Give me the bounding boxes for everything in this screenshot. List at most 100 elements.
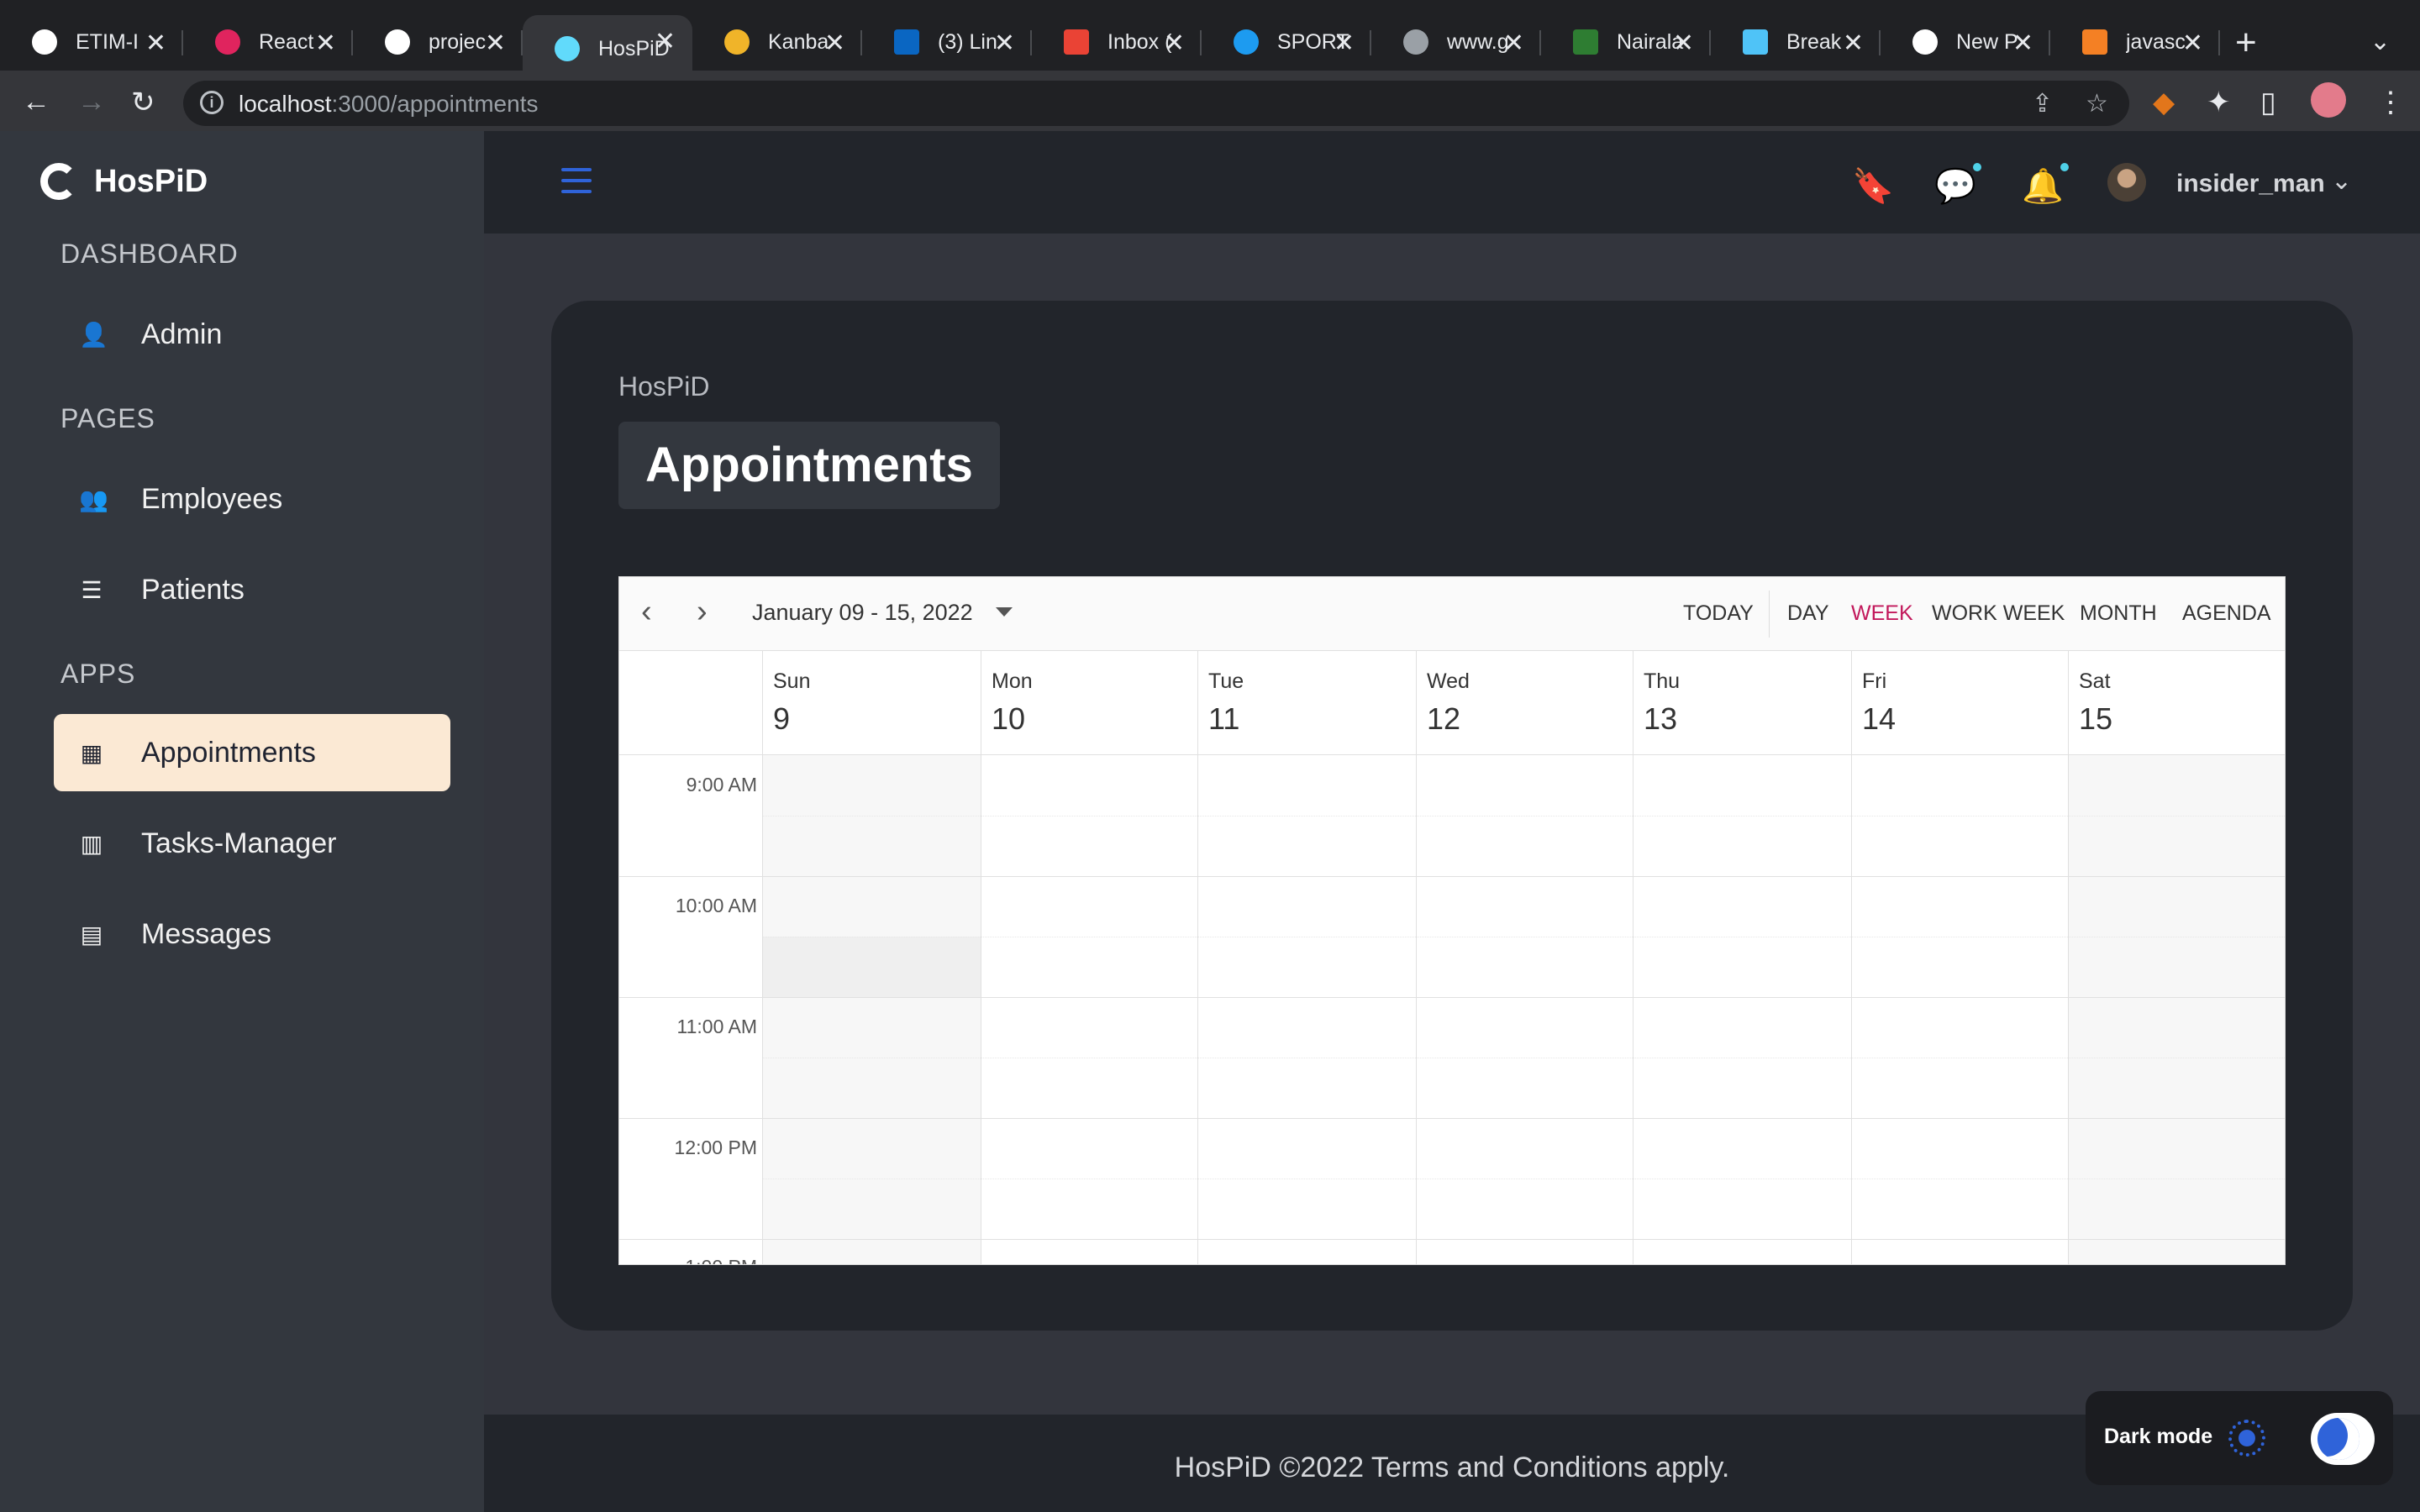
browser-tab[interactable]: SPORT ✕ (1202, 17, 1371, 67)
sidebar: HosPiD DASHBOARD 👤 Admin PAGES 👥 Employe… (0, 131, 484, 1512)
admin-icon: 👤 (79, 321, 108, 348)
info-icon[interactable]: i (200, 91, 224, 114)
sidebar-item-label: Admin (141, 318, 223, 350)
star-icon[interactable]: ☆ (2086, 89, 2108, 118)
chevron-down-icon[interactable]: ⌄ (2370, 27, 2391, 56)
browser-tab[interactable]: Nairala ✕ (1541, 17, 1711, 67)
view-work-week-button[interactable]: WORK WEEK (1932, 601, 2065, 626)
browser-tab[interactable]: Break ✕ (1711, 17, 1881, 67)
day-header[interactable]: Fri 14 (1851, 651, 2068, 755)
kanban-icon: ▥ (80, 830, 103, 857)
next-icon[interactable]: › (697, 594, 708, 630)
close-icon[interactable]: ✕ (1843, 29, 1864, 58)
brand[interactable]: HosPiD (40, 163, 208, 200)
day-header[interactable]: Sun 9 (762, 651, 981, 755)
stackoverflow-icon (2082, 29, 2107, 55)
site-icon (1743, 29, 1768, 55)
moon-icon (2317, 1418, 2360, 1460)
view-agenda-button[interactable]: AGENDA (2182, 601, 2271, 626)
browser-tab[interactable]: projec ✕ (353, 17, 523, 67)
close-icon[interactable]: ✕ (2182, 29, 2203, 58)
day-name: Mon (992, 669, 1033, 693)
day-header[interactable]: Sat 15 (2068, 651, 2285, 755)
menu-icon[interactable]: ⋮ (2376, 86, 2405, 119)
chat-icon[interactable]: 💬 (1934, 161, 1983, 206)
sidebar-item-messages[interactable]: ▤ Messages (54, 895, 450, 973)
bookmark-icon[interactable]: 🔖 (1852, 166, 1894, 206)
time-label: 9:00 AM (686, 774, 757, 795)
browser-tab[interactable]: ETIM-I ✕ (0, 17, 183, 67)
day-name: Sun (773, 669, 811, 693)
prev-icon[interactable]: ‹ (641, 594, 652, 630)
bell-icon[interactable]: 🔔 (2022, 161, 2070, 206)
close-icon[interactable]: ✕ (1334, 29, 1355, 58)
chat-icon: ▤ (80, 921, 103, 948)
globe-icon (1403, 29, 1428, 55)
tab-label: ETIM-I (76, 29, 139, 54)
time-slot-selected[interactable] (762, 937, 981, 997)
day-date: 13 (1644, 701, 1678, 736)
day-column-weekend[interactable] (2068, 755, 2285, 1264)
day-date: 9 (773, 701, 791, 736)
profile-avatar[interactable] (2311, 82, 2346, 118)
day-header[interactable]: Mon 10 (981, 651, 1197, 755)
hamburger-menu-icon[interactable] (561, 168, 592, 193)
view-today-button[interactable]: TODAY (1683, 601, 1754, 626)
browser-tab[interactable]: Inbox ( ✕ (1032, 17, 1202, 67)
close-icon[interactable]: ✕ (485, 29, 506, 58)
view-day-button[interactable]: DAY (1787, 601, 1829, 626)
close-icon[interactable]: ✕ (1164, 29, 1185, 58)
close-icon[interactable]: ✕ (145, 29, 166, 58)
metamask-icon[interactable]: ◆ (2153, 86, 2175, 119)
browser-tab[interactable]: www.g ✕ (1371, 17, 1541, 67)
date-range[interactable]: January 09 - 15, 2022 (752, 600, 973, 626)
chevron-down-icon[interactable]: ⌄ (2331, 166, 2352, 196)
close-icon[interactable]: ✕ (824, 29, 845, 58)
browser-tab[interactable]: Kanba ✕ (692, 17, 862, 67)
day-name: Wed (1427, 669, 1470, 693)
new-tab-icon[interactable]: + (2235, 22, 2257, 64)
dark-mode-toggle[interactable] (2311, 1413, 2375, 1465)
day-name: Fri (1862, 669, 1887, 693)
forward-icon[interactable]: → (77, 86, 106, 118)
sidebar-item-tasks-manager[interactable]: ▥ Tasks-Manager (54, 805, 450, 882)
close-icon[interactable]: ✕ (655, 27, 676, 56)
close-icon[interactable]: ✕ (1503, 29, 1524, 58)
close-icon[interactable]: ✕ (2012, 29, 2033, 58)
avatar[interactable] (2107, 163, 2146, 202)
close-icon[interactable]: ✕ (994, 29, 1015, 58)
caret-down-icon[interactable] (996, 607, 1013, 617)
url-text: localhost:3000/appointments (239, 91, 539, 117)
sidebar-item-patients[interactable]: ☰ Patients (54, 551, 450, 628)
view-month-button[interactable]: MONTH (2080, 601, 2157, 626)
close-icon[interactable]: ✕ (315, 29, 336, 58)
time-label: 11:00 AM (676, 1016, 757, 1037)
day-date: 10 (992, 701, 1026, 736)
view-week-button[interactable]: WEEK (1851, 601, 1913, 626)
browser-tab[interactable]: javasc ✕ (2050, 17, 2220, 67)
url-input[interactable]: i localhost:3000/appointments ⇪ ☆ (183, 81, 2129, 126)
kanban-icon (724, 29, 750, 55)
sidebar-item-label: Patients (141, 573, 245, 606)
extensions-icon[interactable]: ✦ (2207, 86, 2231, 119)
browser-tab[interactable]: (3) Lin ✕ (862, 17, 1032, 67)
share-icon[interactable]: ⇪ (2032, 89, 2053, 118)
day-name: Tue (1208, 669, 1244, 693)
sidebar-item-appointments[interactable]: ▦ Appointments (54, 714, 450, 791)
day-header[interactable]: Thu 13 (1633, 651, 1851, 755)
reload-icon[interactable]: ↻ (131, 86, 155, 119)
sun-icon[interactable] (2228, 1420, 2265, 1457)
day-header[interactable]: Tue 11 (1197, 651, 1416, 755)
day-header[interactable]: Wed 12 (1416, 651, 1633, 755)
back-icon[interactable]: ← (22, 86, 50, 118)
browser-tab[interactable]: React ✕ (183, 17, 353, 67)
username[interactable]: insider_man (2176, 170, 2325, 198)
sidebar-item-employees[interactable]: 👥 Employees (54, 460, 450, 538)
calendar-icon: ▦ (80, 739, 103, 766)
day-column-weekend[interactable] (762, 755, 981, 1264)
browser-tab[interactable]: New P ✕ (1881, 17, 2050, 67)
sidebar-item-label: Appointments (141, 736, 316, 769)
sidebar-item-admin[interactable]: 👤 Admin (54, 296, 450, 373)
sidepanel-icon[interactable]: ▯ (2260, 86, 2276, 119)
close-icon[interactable]: ✕ (1673, 29, 1694, 58)
